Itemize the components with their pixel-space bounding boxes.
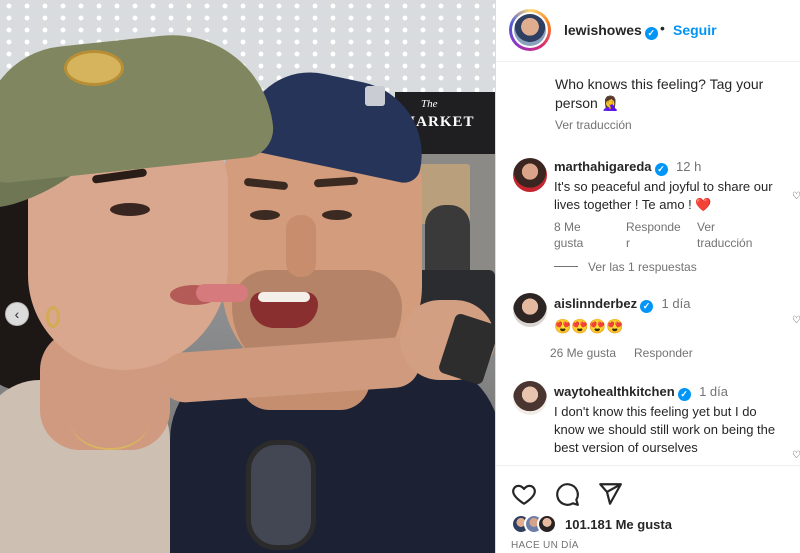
man-right-eye (322, 210, 352, 220)
comment-reply-button[interactable]: Responder (626, 219, 684, 251)
comment-like-icon[interactable]: ♡ (792, 191, 800, 202)
comment-avatar[interactable] (513, 381, 547, 415)
comment-text: 😍😍😍😍 (554, 318, 624, 334)
necklace (70, 390, 150, 450)
store-sign-the: The (421, 98, 438, 110)
comment-username[interactable]: waytohealthkitchen (554, 384, 675, 399)
comment-like-icon[interactable]: ♡ (792, 450, 800, 461)
verified-badge-icon: ✓ (640, 300, 654, 313)
post-sidebar: lewishowes ✓ • Seguir Who knows this feel… (495, 0, 800, 553)
comment-translate-link[interactable]: Ver traducción (697, 219, 767, 251)
send-icon[interactable] (597, 481, 623, 507)
see-translation-link[interactable]: Ver traducción (555, 118, 632, 132)
replies-divider (554, 266, 578, 267)
woman-eye (110, 203, 150, 216)
comment-icon[interactable] (554, 481, 580, 507)
comment-text: I don't know this feeling yet but I do k… (554, 404, 776, 455)
verified-badge-icon: ✓ (644, 27, 658, 40)
post-photo[interactable]: The MARKET ‹ (0, 0, 495, 553)
man-left-eye (250, 210, 280, 220)
liker-avatar (537, 514, 557, 534)
verified-badge-icon: ✓ (677, 388, 691, 401)
comment-likes[interactable]: 8 Me gusta (554, 219, 594, 251)
author-username: lewishowes (564, 22, 642, 38)
comment-username[interactable]: marthahigareda (554, 159, 652, 174)
post-header: lewishowes ✓ • Seguir (496, 0, 800, 62)
view-replies-button[interactable]: Ver las 1 respuestas (554, 260, 697, 274)
man-nose (286, 215, 316, 277)
comment-likes[interactable]: 26 Me gusta (550, 345, 616, 361)
separator-dot: • (660, 20, 665, 36)
verified-badge-icon: ✓ (654, 163, 668, 176)
comment-reply-button[interactable]: Responder (634, 345, 693, 361)
earring (46, 306, 60, 328)
follow-button[interactable]: Seguir (673, 22, 717, 38)
comment-time[interactable]: 1 día (662, 296, 691, 311)
post-time[interactable]: HACE UN DÍA (511, 540, 579, 551)
woman-tongue (196, 284, 248, 302)
comment-username[interactable]: aislinnderbez (554, 296, 637, 311)
comment-text: It's so peaceful and joyful to share our… (554, 179, 773, 212)
heart-icon[interactable] (511, 481, 537, 507)
action-bar: 101.181 Me gusta HACE UN DÍA (496, 465, 800, 553)
comment-like-icon[interactable]: ♡ (792, 315, 800, 326)
post-caption: Who knows this feeling? Tag your person … (555, 76, 764, 111)
hat-badge (64, 50, 124, 86)
comment-time[interactable]: 12 h (676, 159, 701, 174)
sunglasses (246, 440, 316, 550)
cap-strap (365, 86, 385, 106)
likes-count[interactable]: 101.181 Me gusta (565, 517, 672, 532)
author-avatar[interactable] (509, 9, 551, 51)
comment-time[interactable]: 1 día (699, 384, 728, 399)
comment-avatar[interactable] (513, 158, 547, 192)
chevron-left-icon: ‹ (14, 306, 20, 322)
author-username-link[interactable]: lewishowes ✓ (564, 22, 658, 40)
comment-avatar[interactable] (513, 293, 547, 327)
man-teeth (258, 292, 310, 302)
previous-image-button[interactable]: ‹ (5, 302, 29, 326)
